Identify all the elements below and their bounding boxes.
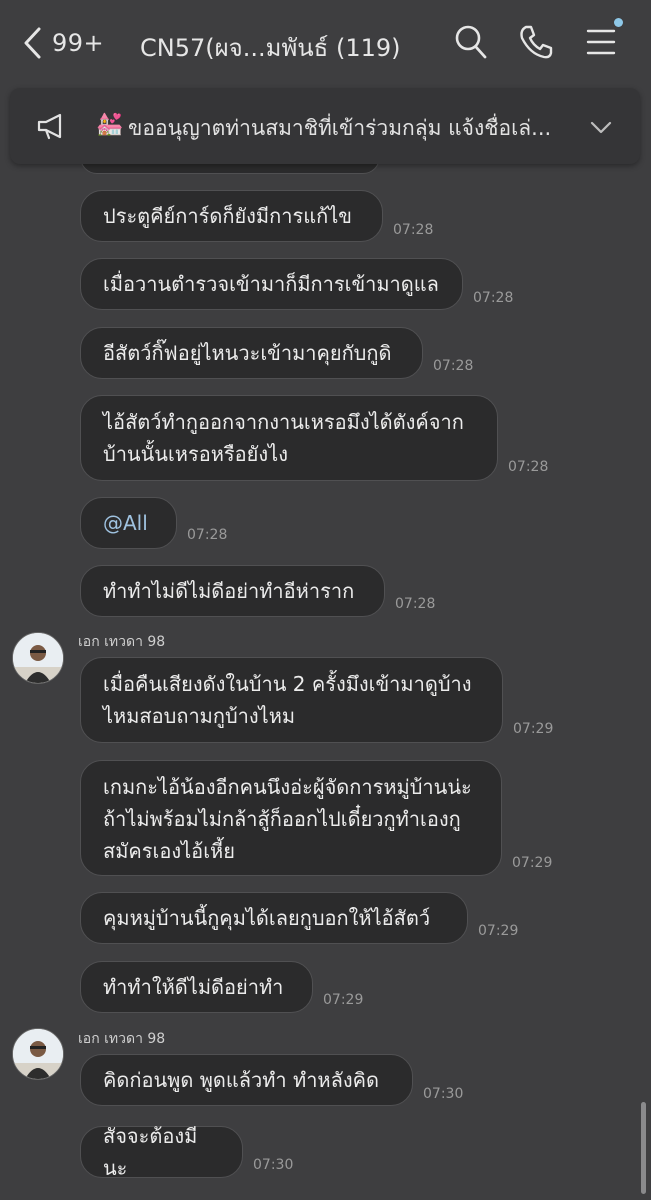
message-time: 07:28: [473, 290, 514, 306]
message-text-line: สมัครเองไอ้เหี้ย: [103, 839, 235, 863]
message-time: 07:29: [478, 923, 519, 939]
avatar-photo: [13, 1029, 63, 1079]
message-text: ทำทำไม่ดีไม่ดีอย่าทำอีห่าราก: [103, 579, 355, 603]
sender-name: เอก เทวดา 98: [78, 1031, 166, 1047]
message-text-line: ไหมสอบถามกูบ้างไหม: [103, 704, 296, 728]
unread-count: 99+: [52, 29, 105, 57]
message-text: เมื่อวานตำรวจเข้ามาก็มีการเข้ามาดูแล: [103, 272, 439, 296]
message-bubble[interactable]: คิดก่อนพูด พูดแล้วทำ ทำหลังคิด: [80, 1054, 413, 1106]
message-time: 07:29: [323, 992, 364, 1008]
menu-icon: [586, 29, 616, 55]
message-time: 07:30: [253, 1157, 294, 1173]
scrollbar[interactable]: [641, 1102, 646, 1194]
message-time: 07:28: [187, 527, 228, 543]
message-bubble[interactable]: ไอ้สัตว์ทำกูออกจากงานเหรอมึงได้ตังค์จาก …: [80, 395, 498, 481]
chevron-down-icon[interactable]: [590, 121, 612, 135]
chat-header: 99+ CN57(ผจ...มพันธ์ (119): [0, 0, 651, 90]
chat-area: ประตูคีย์การ์ดก็ยังมีการแก้ไข 07:28 เมื่…: [0, 0, 651, 1200]
message-bubble[interactable]: สัจจะต้องมีนะ: [80, 1124, 243, 1180]
message-time: 07:28: [433, 358, 474, 374]
megaphone-icon: [37, 113, 62, 140]
message-time: 07:28: [395, 596, 436, 612]
message-time: 07:28: [508, 459, 549, 475]
message-text-line: ถ้าไม่พร้อมไม่กล้าสู้ก็ออกไปเดี๋ยวกูทำเอ…: [103, 807, 461, 831]
avatar[interactable]: [12, 632, 64, 684]
message-text-line: เมื่อคืนเสียงดังในบ้าน 2 ครั้งมึงเข้ามาด…: [103, 672, 472, 696]
message-text: ประตูคีย์การ์ดก็ยังมีการแก้ไข: [103, 204, 352, 228]
avatar[interactable]: [12, 1028, 64, 1080]
message-time: 07:30: [423, 1086, 464, 1102]
phone-icon: [520, 25, 553, 59]
announcement-text: ขออนุญาตท่านสมาชิที่เข้าร่วมกลุ่ม แจ้งชื…: [128, 116, 552, 140]
message-bubble[interactable]: ประตูคีย์การ์ดก็ยังมีการแก้ไข: [80, 190, 383, 242]
chat-title[interactable]: CN57(ผจ...มพันธ์ (119): [140, 28, 400, 67]
message-bubble[interactable]: เมื่อคืนเสียงดังในบ้าน 2 ครั้งมึงเข้ามาด…: [80, 657, 503, 743]
message-bubble[interactable]: ทำทำให้ดีไม่ดีอย่าทำ: [80, 961, 313, 1013]
message-text-line: ไอ้สัตว์ทำกูออกจากงานเหรอมึงได้ตังค์จาก: [103, 410, 464, 434]
avatar-photo: [13, 633, 63, 683]
sender-name: เอก เทวดา 98: [78, 634, 166, 650]
message-text-line: เกมกะไอ้น้องอีกคนนึงอ่ะผู้จัดการหมู่บ้าน…: [103, 775, 472, 799]
message-text: คิดก่อนพูด พูดแล้วทำ ทำหลังคิด: [103, 1068, 379, 1092]
message-bubble[interactable]: คุมหมู่บ้านนี้กูคุมได้เลยกูบอกให้ไอ้สัตว…: [80, 892, 468, 944]
wedding-emoji-icon: 💒: [96, 112, 124, 137]
message-bubble[interactable]: ทำทำไม่ดีไม่ดีอย่าทำอีห่าราก: [80, 565, 385, 617]
message-time: 07:28: [393, 222, 434, 238]
menu-button[interactable]: [585, 24, 617, 64]
message-text: อีสัตว์กิ๊ฟอยู่ไหนวะเข้ามาคุยกับกูดิ: [103, 341, 392, 365]
search-button[interactable]: [454, 24, 488, 64]
message-text: คุมหมู่บ้านนี้กูคุมได้เลยกูบอกให้ไอ้สัตว…: [103, 906, 431, 930]
message-text: ทำทำให้ดีไม่ดีอย่าทำ: [103, 975, 284, 999]
message-bubble[interactable]: เกมกะไอ้น้องอีกคนนึงอ่ะผู้จัดการหมู่บ้าน…: [80, 760, 502, 876]
chevron-left-icon: [24, 27, 41, 59]
message-bubble[interactable]: @All: [80, 497, 177, 549]
message-time: 07:29: [512, 855, 553, 871]
search-icon: [455, 25, 487, 59]
message-text-line: บ้านนั้นเหรอหรือยังไง: [103, 442, 288, 466]
notification-dot: [614, 18, 623, 27]
message-time: 07:29: [513, 721, 554, 737]
mention-all[interactable]: @All: [103, 507, 148, 539]
message-bubble[interactable]: อีสัตว์กิ๊ฟอยู่ไหนวะเข้ามาคุยกับกูดิ: [80, 327, 423, 379]
call-button[interactable]: [518, 24, 554, 64]
message-text: สัจจะต้องมีนะ: [103, 1124, 198, 1180]
back-button[interactable]: 99+: [22, 26, 104, 60]
announcement-bar[interactable]: 💒 ขออนุญาตท่านสมาชิที่เข้าร่วมกลุ่ม แจ้ง…: [10, 88, 640, 164]
message-bubble[interactable]: เมื่อวานตำรวจเข้ามาก็มีการเข้ามาดูแล: [80, 258, 463, 310]
